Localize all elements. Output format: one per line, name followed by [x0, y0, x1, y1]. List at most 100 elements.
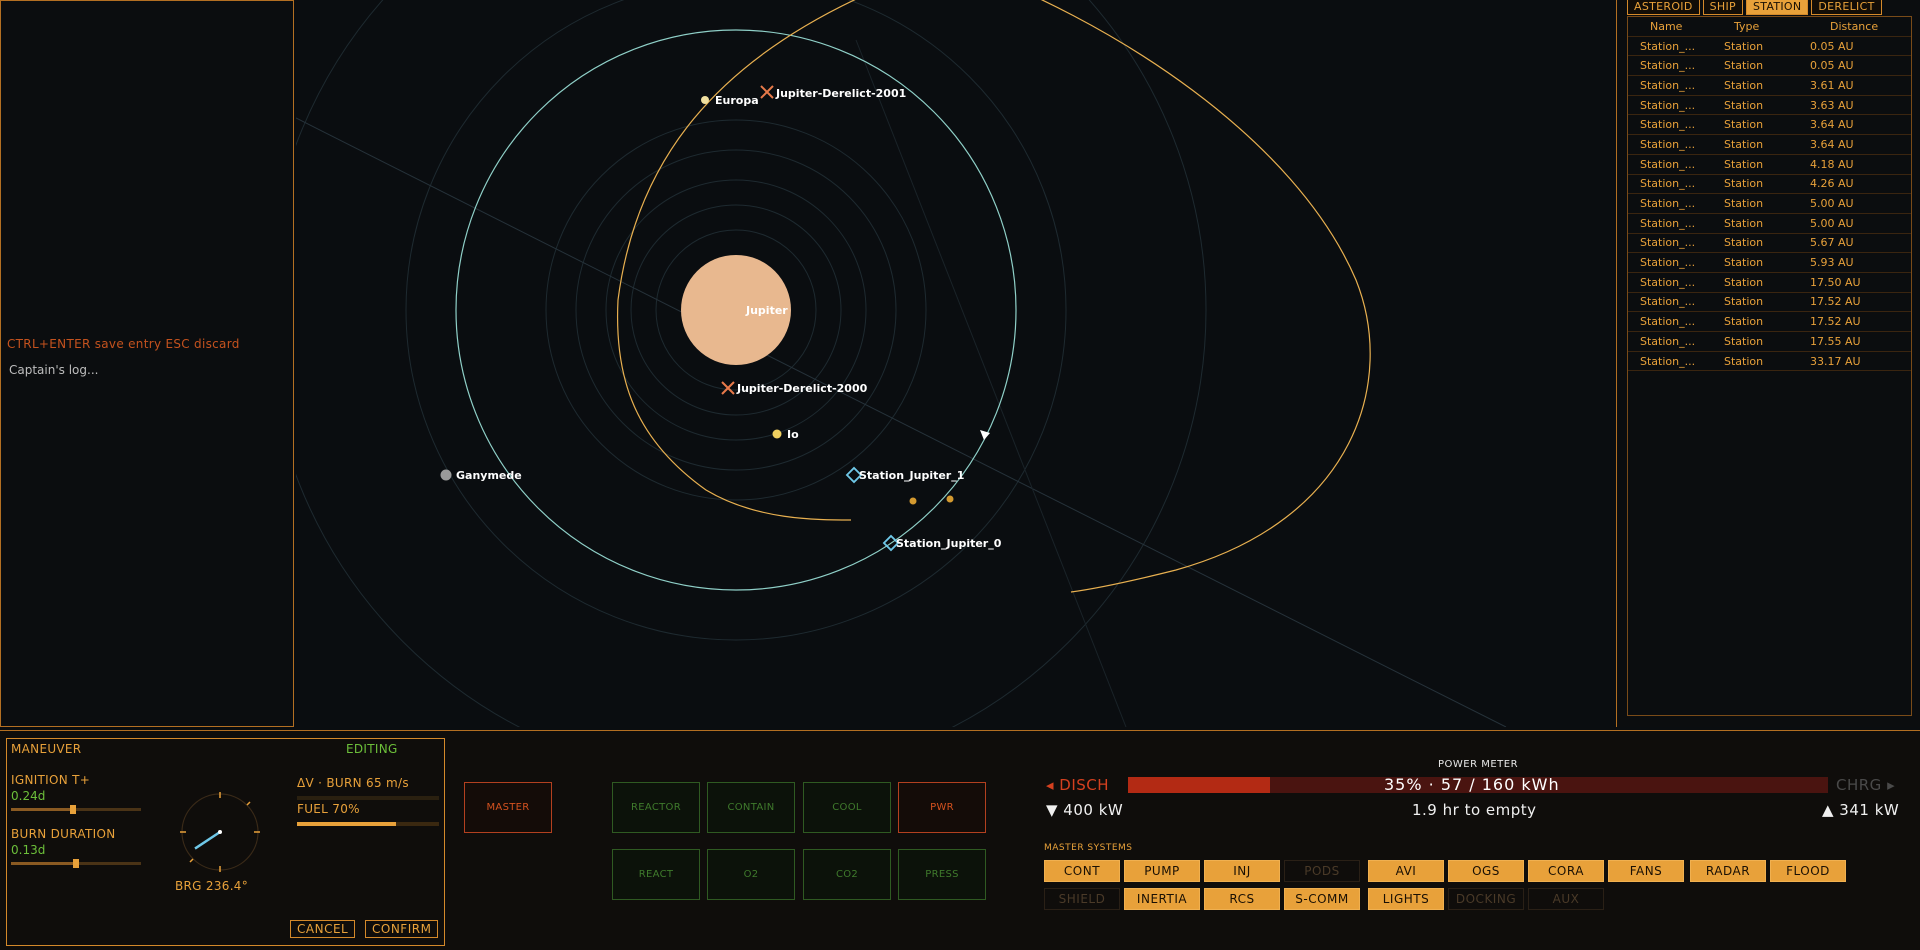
master-system-lights[interactable]: LIGHTS	[1368, 888, 1444, 910]
derelict-icon[interactable]	[760, 85, 774, 99]
master-system-inj[interactable]: INJ	[1204, 860, 1280, 882]
master-system-rcs[interactable]: RCS	[1204, 888, 1280, 910]
table-row[interactable]: Station_... Station 17.50 AU	[1628, 273, 1911, 293]
table-row[interactable]: Station_... Station 3.64 AU	[1628, 115, 1911, 136]
tab-asteroid[interactable]: ASTEROID	[1627, 0, 1700, 15]
contact-name-cell: Station_...	[1640, 315, 1696, 329]
contact-name-cell: Station_...	[1640, 98, 1696, 112]
master-system-cora[interactable]: CORA	[1528, 860, 1604, 882]
contact-name-cell: Station_...	[1640, 39, 1696, 53]
ship-marker[interactable]	[909, 497, 917, 505]
master-system-shield[interactable]: SHIELD	[1044, 888, 1120, 910]
bearing-readout: BRG 236.4°	[175, 879, 249, 893]
column-header-distance[interactable]: Distance	[1790, 20, 1911, 33]
contacts-list[interactable]: Name Type Distance Station_... Station 0.0…	[1627, 16, 1912, 716]
contact-type-cell: Station	[1724, 216, 1764, 230]
table-row[interactable]: Station_... Station 4.26 AU	[1628, 175, 1911, 195]
master-systems-title: MASTER SYSTEMS	[1044, 843, 1133, 853]
master-system-s-comm[interactable]: S-COMM	[1284, 888, 1360, 910]
captains-log-panel: CTRL+ENTER save entry ESC discard	[0, 0, 294, 727]
system-button-react[interactable]: REACT	[612, 849, 700, 900]
contact-name-cell: Station_...	[1640, 137, 1696, 151]
cancel-maneuver-button[interactable]: CANCEL	[290, 920, 356, 938]
table-row[interactable]: Station_... Station 17.55 AU	[1628, 332, 1911, 352]
master-system-pump[interactable]: PUMP	[1124, 860, 1200, 882]
tab-derelict[interactable]: DERELICT	[1811, 0, 1882, 15]
bearing-compass[interactable]	[177, 789, 263, 875]
column-header-name[interactable]: Name	[1628, 20, 1712, 33]
system-button-pwr[interactable]: PWR	[898, 782, 986, 833]
contact-type-cell: Station	[1724, 157, 1764, 171]
power-meter-fill	[1128, 777, 1271, 793]
orbital-map-canvas[interactable]: Jupiter Europa Io Ganymede Jupiter-Derel…	[296, 0, 1616, 727]
system-button-reactor[interactable]: REACTOR	[612, 782, 700, 833]
contact-type-cell: Station	[1724, 236, 1764, 250]
tab-station[interactable]: STATION	[1745, 0, 1809, 15]
column-header-type[interactable]: Type	[1712, 20, 1790, 33]
ship-marker[interactable]	[946, 495, 954, 503]
discharge-label[interactable]: ◂ DISCH	[1046, 776, 1109, 794]
table-row[interactable]: Station_... Station 3.64 AU	[1628, 135, 1911, 155]
table-row[interactable]: Station_... Station 0.05 AU	[1628, 56, 1911, 77]
contact-name-cell: Station_...	[1640, 354, 1696, 368]
system-button-cool[interactable]: COOL	[803, 782, 891, 833]
escape-trajectory	[1040, 0, 1371, 593]
contact-name-cell: Station_...	[1640, 197, 1696, 211]
body-label-derelict-2000: Jupiter-Derelict-2000	[736, 382, 868, 395]
burn-duration-value: 0.13d	[11, 843, 46, 857]
captains-log-input[interactable]	[9, 363, 279, 377]
contacts-rows: Station_... Station 0.05 AU Station_... Stat…	[1628, 37, 1911, 372]
orbital-map[interactable]: Jupiter Europa Io Ganymede Jupiter-Derel…	[296, 0, 1616, 727]
burn-duration-slider-handle[interactable]	[73, 859, 79, 868]
master-system-radar[interactable]: RADAR	[1690, 860, 1766, 882]
ganymede-moon[interactable]	[440, 469, 452, 481]
europa-moon[interactable]	[701, 96, 709, 104]
table-row[interactable]: Station_... Station 4.18 AU	[1628, 155, 1911, 175]
master-system-pods[interactable]: PODS	[1284, 860, 1360, 882]
io-moon[interactable]	[772, 429, 782, 439]
maneuver-title: MANEUVER	[11, 742, 82, 756]
master-system-ogs[interactable]: OGS	[1448, 860, 1524, 882]
system-button-press[interactable]: PRESS	[898, 849, 986, 900]
table-row[interactable]: Station_... Station 5.67 AU	[1628, 234, 1911, 254]
contact-name-cell: Station_...	[1640, 177, 1696, 191]
confirm-maneuver-button[interactable]: CONFIRM	[365, 920, 439, 938]
contact-name-cell: Station_...	[1640, 118, 1696, 132]
contact-distance-cell: 0.05 AU	[1810, 39, 1854, 53]
table-row[interactable]: Station_... Station 17.52 AU	[1628, 312, 1911, 332]
table-row[interactable]: Station_... Station 33.17 AU	[1628, 352, 1911, 372]
burn-duration-slider[interactable]	[11, 859, 141, 868]
contacts-panel: ASTEROID SHIP STATION DERELICT Name Type Di…	[1616, 0, 1920, 727]
derelict-icon[interactable]	[721, 381, 735, 395]
system-button-co2[interactable]: CO2	[803, 849, 891, 900]
system-button-o2[interactable]: O2	[707, 849, 795, 900]
contact-distance-cell: 3.64 AU	[1810, 118, 1854, 132]
master-system-avi[interactable]: AVI	[1368, 860, 1444, 882]
master-system-button[interactable]: MASTER	[464, 782, 552, 833]
master-system-fans[interactable]: FANS	[1608, 860, 1684, 882]
master-system-flood[interactable]: FLOOD	[1770, 860, 1846, 882]
contact-distance-cell: 17.55 AU	[1810, 334, 1861, 348]
table-row[interactable]: Station_... Station 5.00 AU	[1628, 194, 1911, 214]
power-meter-readout: 35% · 57 / 160 kWh	[1384, 775, 1560, 794]
tab-ship[interactable]: SHIP	[1702, 0, 1743, 15]
master-system-inertia[interactable]: INERTIA	[1124, 888, 1200, 910]
contact-distance-cell: 5.67 AU	[1810, 236, 1854, 250]
table-row[interactable]: Station_... Station 5.00 AU	[1628, 214, 1911, 234]
fuel-bar	[297, 822, 439, 826]
ignition-slider-handle[interactable]	[70, 805, 77, 814]
body-label-io: Io	[787, 428, 799, 441]
system-button-contain[interactable]: CONTAIN	[707, 782, 795, 833]
master-system-aux[interactable]: AUX	[1528, 888, 1604, 910]
table-row[interactable]: Station_... Station 3.61 AU	[1628, 76, 1911, 96]
table-row[interactable]: Station_... Station 17.52 AU	[1628, 293, 1911, 313]
table-row[interactable]: Station_... Station 5.93 AU	[1628, 253, 1911, 273]
master-system-docking[interactable]: DOCKING	[1448, 888, 1524, 910]
contact-name-cell: Station_...	[1640, 256, 1696, 270]
charge-label[interactable]: CHRG ▸	[1836, 776, 1895, 794]
contact-type-cell: Station	[1724, 39, 1764, 53]
ignition-slider[interactable]	[11, 805, 141, 814]
master-system-cont[interactable]: CONT	[1044, 860, 1120, 882]
table-row[interactable]: Station_... Station 0.05 AU	[1628, 37, 1911, 57]
table-row[interactable]: Station_... Station 3.63 AU	[1628, 96, 1911, 116]
